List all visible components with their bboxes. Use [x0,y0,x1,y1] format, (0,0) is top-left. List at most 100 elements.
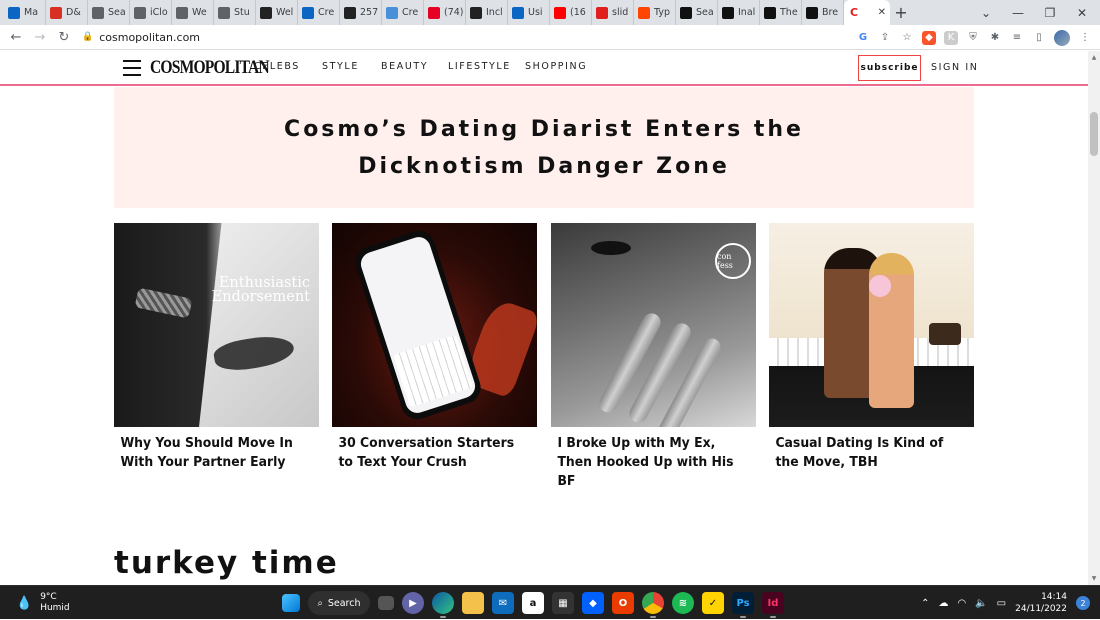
taskbar-apps: ⌕ Search ▶ ✉ a ▦ ◆ O ≋ ✓ Ps Id [282,586,784,620]
hero-title-line-2[interactable]: Dicknotism Danger Zone [358,154,730,179]
chrome-icon[interactable] [642,592,664,618]
browser-tab[interactable]: Wel [256,0,298,25]
browser-tab[interactable]: We [172,0,214,25]
nav-shopping[interactable]: SHOPPING [525,61,587,72]
spotify-icon[interactable]: ≋ [672,592,694,614]
article-image-2[interactable] [332,223,537,427]
avatar[interactable] [1054,29,1070,46]
browser-tab[interactable]: Bre [802,0,844,25]
browser-tab[interactable]: (74) [424,0,466,25]
browser-tab[interactable]: Usi [508,0,550,25]
hero-title[interactable]: Cosmo’s Dating Diarist Enters the Dickno… [284,111,804,185]
file-explorer-icon[interactable] [462,592,484,614]
article-image-1[interactable]: Enthusiastic Endorsement [114,223,319,427]
tab-search-icon[interactable]: ⌄ [970,0,1002,25]
site-logo[interactable]: COSMOPOLITAN [150,57,270,79]
scrollbar[interactable]: ▲ ▼ [1088,51,1100,585]
reading-list-icon[interactable]: ≡ [1010,31,1024,45]
store-icon[interactable]: ▦ [552,592,574,614]
url-field[interactable]: 🔒 cosmopolitan.com [82,31,200,44]
share-icon[interactable]: ⇪ [878,31,892,45]
extension-icon-1[interactable]: K [944,30,958,45]
photoshop-icon[interactable]: Ps [732,592,754,618]
browser-tab[interactable]: Stu [214,0,256,25]
mail-icon[interactable]: ✉ [492,592,514,614]
url-text[interactable]: cosmopolitan.com [99,31,200,44]
article-title-4[interactable]: Casual Dating Is Kind of the Move, TBH [769,434,962,472]
bookmark-star-icon[interactable]: ☆ [900,31,914,45]
globe-icon [218,6,230,19]
new-tab-button[interactable]: + [890,3,912,22]
chevron-up-icon[interactable]: ⌃ [921,598,929,609]
article-title-2[interactable]: 30 Conversation Starters to Text Your Cr… [332,434,525,472]
nav-beauty[interactable]: BEAUTY [381,61,428,72]
subscribe-button[interactable]: subscribe [858,55,921,81]
browser-tab[interactable]: Sea [88,0,130,25]
shield-icon[interactable]: ⛨ [966,31,980,45]
brave-shield-icon[interactable]: ◆ [922,30,936,45]
wifi-icon[interactable]: ◠ [957,598,966,609]
browser-tab[interactable]: Cre [382,0,424,25]
weather-widget[interactable]: 💧 9°C Humid [16,592,70,614]
tab-label: The [780,7,798,18]
browser-tab[interactable]: 257 [340,0,382,25]
close-window-button[interactable]: ✕ [1066,0,1098,25]
article-card-1[interactable]: Enthusiastic Endorsement Why You Should … [114,223,319,472]
amazon-icon[interactable]: a [522,592,544,614]
hero-banner[interactable]: Cosmo’s Dating Diarist Enters the Dickno… [114,87,974,208]
browser-tab[interactable]: D& [46,0,88,25]
cloud-sync-icon[interactable]: ☁ [938,598,948,609]
dropbox-icon[interactable]: ◆ [582,592,604,614]
browser-tab[interactable]: slid [592,0,634,25]
clock[interactable]: 14:14 24/11/2022 [1015,591,1067,615]
office-icon[interactable]: O [612,592,634,614]
browser-tab[interactable]: Inal [718,0,760,25]
back-button[interactable]: ← [4,30,28,45]
battery-icon[interactable]: ▭ [997,598,1006,609]
article-image-4[interactable] [769,223,974,427]
browser-tab[interactable]: Ma [4,0,46,25]
reload-button[interactable]: ↻ [52,30,76,45]
browser-tab[interactable]: Typ [634,0,676,25]
indesign-icon[interactable]: Id [762,592,784,618]
hero-title-line-1[interactable]: Cosmo’s Dating Diarist Enters the [284,117,804,142]
browser-tab[interactable]: Sea [676,0,718,25]
article-title-1[interactable]: Why You Should Move In With Your Partner… [114,434,307,472]
hamburger-menu-icon[interactable] [123,60,141,76]
browser-tab[interactable]: iClo [130,0,172,25]
nav-style[interactable]: STYLE [322,61,359,72]
minimize-button[interactable]: — [1002,0,1034,25]
task-view-icon[interactable] [378,596,394,610]
google-icon[interactable]: G [856,31,870,45]
edge-icon[interactable] [432,592,454,618]
article-card-2[interactable]: 30 Conversation Starters to Text Your Cr… [332,223,537,472]
browser-tab[interactable]: Incl [466,0,508,25]
taskbar-search[interactable]: ⌕ Search [308,591,370,615]
volume-icon[interactable]: 🔈 [975,598,987,609]
menu-icon[interactable]: ⋮ [1078,31,1092,45]
article-card-4[interactable]: Casual Dating Is Kind of the Move, TBH [769,223,974,472]
teams-icon[interactable]: ▶ [402,592,424,614]
notification-badge[interactable]: 2 [1076,596,1090,610]
browser-tab[interactable]: (16 [550,0,592,25]
close-tab-icon[interactable]: ✕ [878,7,886,18]
browser-tab[interactable]: Cre [298,0,340,25]
forward-button[interactable]: → [28,30,52,45]
article-title-3[interactable]: I Broke Up with My Ex, Then Hooked Up wi… [551,434,744,491]
scrollbar-thumb[interactable] [1090,112,1098,156]
outlook-icon [8,6,20,19]
start-icon[interactable] [282,594,300,612]
nav-lifestyle[interactable]: LIFESTYLE [448,61,511,72]
side-panel-icon[interactable]: ▯ [1032,31,1046,45]
article-image-3[interactable]: con fess [551,223,756,427]
notes-icon[interactable]: ✓ [702,592,724,614]
sign-in-link[interactable]: SIGN IN [931,62,978,73]
nav-celebs[interactable]: CELEBS [254,61,300,72]
article-card-3[interactable]: con fess I Broke Up with My Ex, Then Hoo… [551,223,756,491]
active-tab[interactable]: C ✕ [844,0,890,25]
tab-label: D& [66,7,81,18]
browser-tab[interactable]: The [760,0,802,25]
maximize-button[interactable]: ❐ [1034,0,1066,25]
puzzle-icon[interactable]: ✱ [988,31,1002,45]
globe-icon [176,6,188,19]
